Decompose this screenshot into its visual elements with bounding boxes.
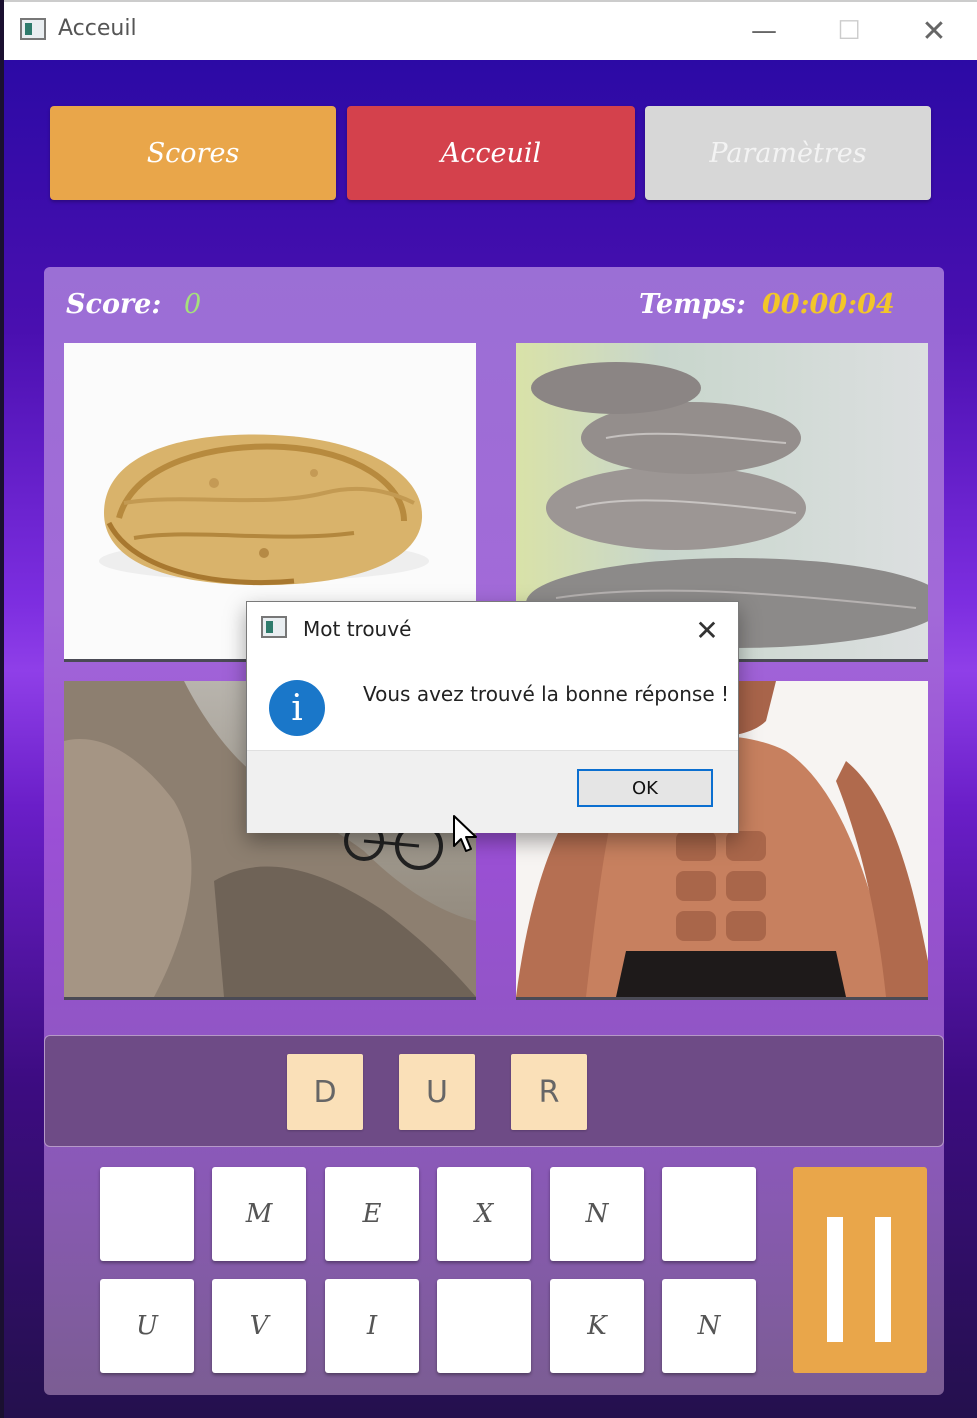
ok-button[interactable]: OK	[577, 769, 713, 807]
letter-key[interactable]: N	[550, 1167, 644, 1261]
message-dialog: Mot trouvé ✕ i Vous avez trouvé la bonne…	[246, 601, 739, 833]
letter-key[interactable]: X	[437, 1167, 531, 1261]
letter-key[interactable]	[437, 1279, 531, 1373]
dialog-close-button[interactable]: ✕	[687, 610, 727, 650]
pause-icon	[875, 1217, 891, 1342]
score-value: 0	[184, 289, 202, 320]
letter-key[interactable]: N	[662, 1279, 756, 1373]
close-window-button[interactable]: ✕	[904, 8, 964, 54]
dialog-title: Mot trouvé	[303, 617, 412, 641]
dialog-app-icon	[261, 616, 287, 638]
pause-button[interactable]	[793, 1167, 927, 1373]
letter-key[interactable]: E	[325, 1167, 419, 1261]
home-button[interactable]: Acceuil	[347, 106, 635, 200]
settings-button[interactable]: Paramètres	[645, 106, 931, 200]
answer-letter-2[interactable]: U	[399, 1054, 475, 1130]
letter-key[interactable]: U	[100, 1279, 194, 1373]
letter-key[interactable]	[662, 1167, 756, 1261]
time-value: 00:00:04	[762, 289, 895, 320]
answer-letter-1[interactable]: D	[287, 1054, 363, 1130]
window-title: Acceuil	[58, 16, 137, 41]
letter-key[interactable]: V	[212, 1279, 306, 1373]
answer-letter-3[interactable]: R	[511, 1054, 587, 1130]
answer-bar: D U R	[44, 1035, 944, 1147]
minimize-button[interactable]: —	[734, 8, 794, 54]
dialog-message: Vous avez trouvé la bonne réponse !	[363, 682, 730, 706]
pause-icon	[827, 1217, 843, 1342]
app-icon	[20, 18, 46, 40]
letter-key[interactable]: M	[212, 1167, 306, 1261]
letter-key[interactable]: K	[550, 1279, 644, 1373]
info-icon: i	[269, 680, 325, 736]
window-titlebar: Acceuil — ☐ ✕	[4, 0, 977, 60]
time-label: Temps:	[639, 289, 746, 320]
score-label: Score:	[66, 289, 162, 320]
letter-key[interactable]: I	[325, 1279, 419, 1373]
scores-button[interactable]: Scores	[50, 106, 336, 200]
letter-key[interactable]	[100, 1167, 194, 1261]
mouse-cursor-icon	[452, 814, 478, 858]
maximize-button[interactable]: ☐	[819, 8, 879, 54]
